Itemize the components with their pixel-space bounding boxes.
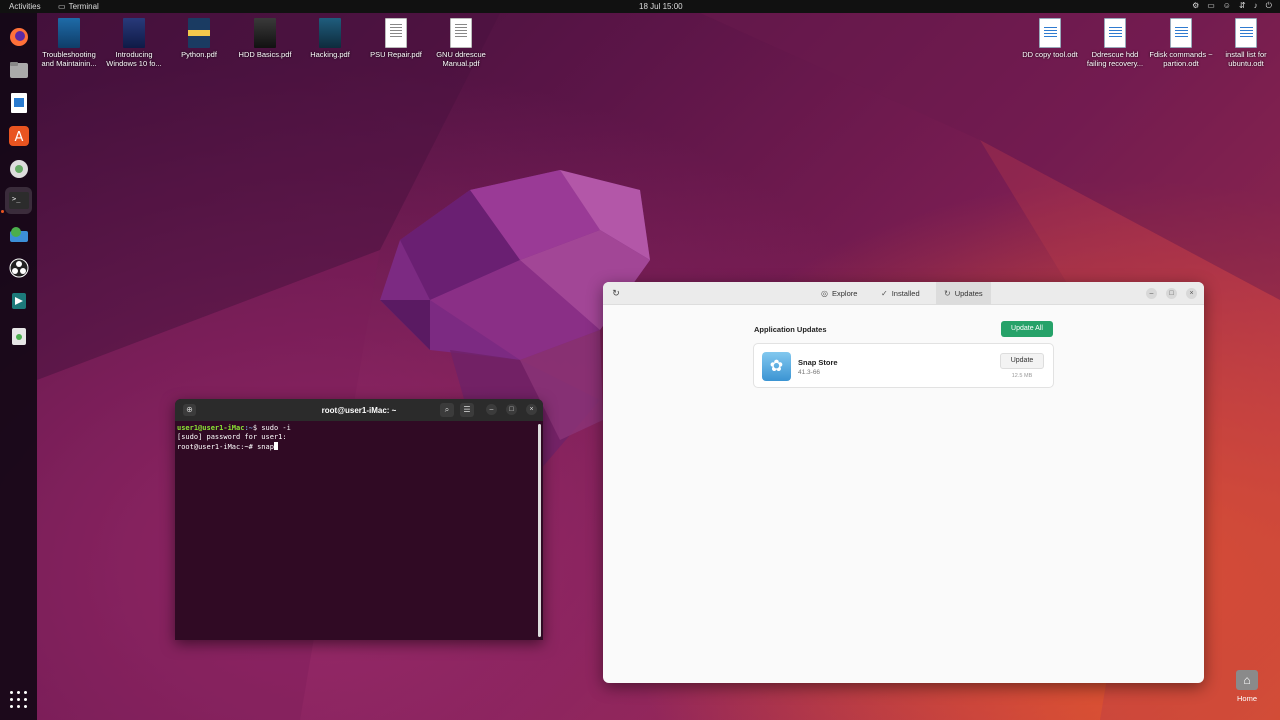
update-all-button[interactable]: Update All [1001,321,1053,337]
disks-icon[interactable] [5,155,32,182]
refresh-icon[interactable]: ↻ [610,287,622,299]
pdf-thumbnail [188,18,210,48]
app-menu-label: Terminal [68,2,99,11]
file-label: HDD Basics.pdf [238,50,292,59]
desktop-file[interactable]: Python.pdf [166,18,232,60]
menu-icon[interactable]: ☰ [460,403,474,417]
settings-icon[interactable] [5,287,32,314]
file-label: Hacking.pdf [310,50,350,59]
desktop-file[interactable]: Introducing Windows 10 fo... [101,18,167,68]
trash-icon[interactable] [5,321,32,348]
odt-document-icon [1170,18,1192,48]
tab-updates[interactable]: ↻ Updates [936,282,991,305]
svg-text:A: A [14,130,23,145]
home-label: Home [1236,694,1257,703]
terminal-scrollbar[interactable] [538,424,541,637]
terminal-headerbar[interactable]: ⊕ root@user1-iMac: ~ ⌕ ☰ – □ × [175,399,543,421]
ubuntu-pro-icon[interactable]: ⚙ [1192,1,1199,11]
file-label: Fdisk commands ~ partion.odt [1149,50,1213,68]
terminal-app-icon: ▭ [58,2,66,11]
desktop-file[interactable]: Hacking.pdf [297,18,363,60]
top-bar: Activities ▭ Terminal 18 Jul 15:00 ⚙ ▭ ☺… [0,0,1280,13]
close-icon[interactable]: × [1186,288,1197,299]
text-cursor [273,442,278,450]
snap-store-window[interactable]: ↻ ◎ Explore ✓ Installed ↻ Updates – □ × … [603,282,1204,683]
app-menu[interactable]: ▭ Terminal [58,2,99,11]
pdf-thumbnail [450,18,472,48]
home-icon: ⌂ [1236,670,1258,690]
search-icon[interactable]: ⌕ [440,403,454,417]
desktop-file[interactable]: GNU ddrescue Manual.pdf [428,18,494,68]
screen-icon[interactable]: ▭ [1207,1,1215,11]
file-label: PSU Repair.pdf [370,50,422,59]
pdf-thumbnail [319,18,341,48]
pdf-thumbnail [123,18,145,48]
activities-button[interactable]: Activities [9,2,41,11]
pdf-thumbnail [385,18,407,48]
file-label: DD copy tool.odt [1022,50,1078,59]
maximize-icon[interactable]: □ [1166,288,1177,299]
desktop-file[interactable]: Ddrescue hdd failing recovery... [1082,18,1148,68]
terminal-icon[interactable]: >_ [5,187,32,214]
files-icon[interactable] [5,56,32,83]
obs-icon[interactable] [5,254,32,281]
list-item[interactable]: ✿ Snap Store 41.3-66 Update 12.5 MB [753,343,1054,388]
minimize-icon[interactable]: – [486,404,497,415]
file-label: GNU ddrescue Manual.pdf [436,50,486,68]
terminal-line: [sudo] password for user1: [177,433,287,441]
check-circle-icon: ✓ [881,289,888,298]
desktop-file[interactable]: install list for ubuntu.odt [1213,18,1279,68]
odt-document-icon [1039,18,1061,48]
install-icon[interactable] [5,221,32,248]
file-label: Python.pdf [181,50,217,59]
maximize-icon[interactable]: □ [506,404,517,415]
terminal-window[interactable]: ⊕ root@user1-iMac: ~ ⌕ ☰ – □ × user1@use… [175,399,543,640]
svg-text:>_: >_ [12,195,21,203]
file-label: Troubleshooting and Maintainin... [41,50,97,68]
running-indicator [1,210,4,213]
minimize-icon[interactable]: – [1146,288,1157,299]
tab-explore[interactable]: ◎ Explore [813,282,865,305]
compass-icon: ◎ [821,289,828,298]
libreoffice-writer-icon[interactable] [5,89,32,116]
desktop-file[interactable]: HDD Basics.pdf [232,18,298,60]
download-size: 12.5 MB [1011,373,1033,379]
close-icon[interactable]: × [526,404,537,415]
file-label: install list for ubuntu.odt [1225,50,1267,68]
odt-document-icon [1104,18,1126,48]
file-label: Ddrescue hdd failing recovery... [1086,50,1144,68]
refresh-icon: ↻ [944,289,951,298]
desktop-file[interactable]: Fdisk commands ~ partion.odt [1148,18,1214,68]
pdf-thumbnail [254,18,276,48]
store-headerbar[interactable]: ↻ ◎ Explore ✓ Installed ↻ Updates – □ × [603,282,1204,305]
snap-store-icon: ✿ [762,352,791,381]
firefox-icon[interactable] [5,23,32,50]
desktop-file[interactable]: DD copy tool.odt [1017,18,1083,60]
app-center-icon[interactable]: A [5,122,32,149]
odt-document-icon [1235,18,1257,48]
terminal-line: user1@user1-iMac:~$ sudo -i [177,424,291,432]
pdf-thumbnail [58,18,80,48]
network-icon: ⇵ [1238,1,1246,10]
accessibility-icon[interactable]: ☺ [1223,1,1231,11]
dock: A >_ [0,13,37,720]
terminal-line: root@user1-iMac:~# snap [177,442,541,452]
clock[interactable]: 18 Jul 15:00 [639,2,683,11]
tab-installed[interactable]: ✓ Installed [873,282,928,305]
update-button[interactable]: Update [1000,353,1044,369]
terminal-output[interactable]: user1@user1-iMac:~$ sudo -i [sudo] passw… [175,421,543,455]
app-name: Snap Store [798,358,838,367]
file-label: Introducing Windows 10 fo... [106,50,162,68]
app-version: 41.3-66 [798,369,821,376]
desktop-file[interactable]: PSU Repair.pdf [363,18,429,60]
power-icon: ⏻ [1265,1,1272,10]
desktop-file[interactable]: Troubleshooting and Maintainin... [36,18,102,68]
show-apps-icon[interactable] [10,691,27,708]
system-tray[interactable]: ⚙ ▭ ☺ ⇵ ♪ ⏻ [1192,1,1272,11]
section-title: Application Updates [754,325,827,334]
home-folder[interactable]: ⌂ Home [1230,670,1264,703]
volume-icon: ♪ [1253,1,1258,10]
